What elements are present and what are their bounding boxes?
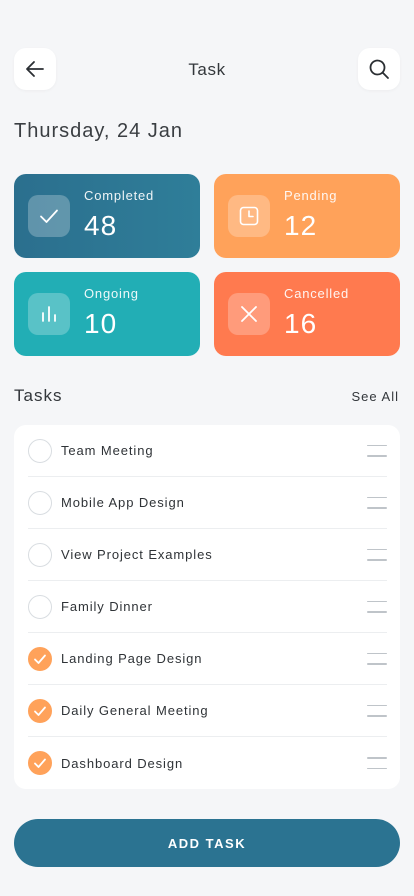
task-name: Family Dinner bbox=[61, 599, 153, 614]
task-name: View Project Examples bbox=[61, 547, 213, 562]
task-name: Team Meeting bbox=[61, 443, 154, 458]
task-checkbox[interactable] bbox=[28, 698, 52, 723]
ongoing-count: 10 bbox=[84, 308, 118, 339]
check-icon bbox=[34, 758, 46, 768]
ongoing-badge bbox=[28, 293, 70, 335]
task-name: Dashboard Design bbox=[61, 755, 184, 771]
task-row[interactable]: Mobile App Design bbox=[28, 477, 387, 529]
tasks-heading: Tasks bbox=[14, 386, 63, 405]
clock-icon bbox=[239, 206, 259, 226]
cancelled-count: 16 bbox=[284, 308, 318, 339]
task-row[interactable]: Dashboard Design bbox=[28, 737, 387, 789]
drag-handle-icon[interactable] bbox=[367, 652, 387, 665]
drag-handle-icon[interactable] bbox=[367, 757, 387, 769]
current-date: Thursday, 24 Jan bbox=[14, 120, 184, 142]
task-checkbox[interactable] bbox=[28, 438, 52, 463]
drag-handle-icon[interactable] bbox=[367, 444, 387, 457]
completed-badge bbox=[28, 195, 70, 237]
bar-chart-icon bbox=[42, 306, 56, 322]
task-row[interactable]: Team Meeting bbox=[28, 425, 387, 477]
pending-card[interactable]: Pending 12 bbox=[214, 174, 400, 258]
task-checkbox[interactable] bbox=[28, 594, 52, 619]
search-icon bbox=[369, 59, 389, 79]
task-checkbox[interactable] bbox=[28, 490, 52, 515]
page-title: Task bbox=[188, 60, 226, 79]
task-row[interactable]: Family Dinner bbox=[28, 581, 387, 633]
pending-badge bbox=[228, 195, 270, 237]
cancelled-badge bbox=[228, 293, 270, 335]
close-icon bbox=[241, 306, 257, 322]
search-button[interactable] bbox=[358, 48, 400, 90]
pending-count: 12 bbox=[284, 210, 318, 241]
task-row[interactable]: View Project Examples bbox=[28, 529, 387, 581]
task-list: Team Meeting Mobile App Design View Projec… bbox=[14, 425, 400, 789]
completed-count: 48 bbox=[84, 210, 118, 241]
drag-handle-icon[interactable] bbox=[367, 496, 387, 509]
drag-handle-icon[interactable] bbox=[367, 600, 387, 613]
drag-handle-icon[interactable] bbox=[367, 704, 387, 717]
drag-handle-icon[interactable] bbox=[367, 548, 387, 561]
ongoing-label: Ongoing bbox=[84, 286, 139, 301]
task-name: Landing Page Design bbox=[61, 651, 203, 666]
add-task-button[interactable]: ADD TASK bbox=[14, 819, 400, 867]
completed-label: Completed bbox=[84, 188, 155, 203]
task-screen: Task Thursday, 24 Jan Completed 48 Pendi… bbox=[0, 0, 414, 896]
ongoing-card[interactable]: Ongoing 10 bbox=[14, 272, 200, 356]
task-checkbox[interactable] bbox=[28, 646, 52, 671]
check-icon bbox=[40, 209, 58, 223]
check-icon bbox=[34, 654, 46, 664]
completed-card[interactable]: Completed 48 bbox=[14, 174, 200, 258]
see-all-link[interactable]: See All bbox=[352, 389, 399, 404]
task-row[interactable]: Daily General Meeting bbox=[28, 685, 387, 737]
task-checkbox[interactable] bbox=[28, 751, 52, 775]
task-checkbox[interactable] bbox=[28, 542, 52, 567]
task-row[interactable]: Landing Page Design bbox=[28, 633, 387, 685]
cancelled-card[interactable]: Cancelled 16 bbox=[214, 272, 400, 356]
check-icon bbox=[34, 706, 46, 716]
cancelled-label: Cancelled bbox=[284, 286, 350, 301]
pending-label: Pending bbox=[284, 188, 338, 203]
task-name: Daily General Meeting bbox=[61, 703, 209, 718]
task-name: Mobile App Design bbox=[61, 495, 185, 510]
